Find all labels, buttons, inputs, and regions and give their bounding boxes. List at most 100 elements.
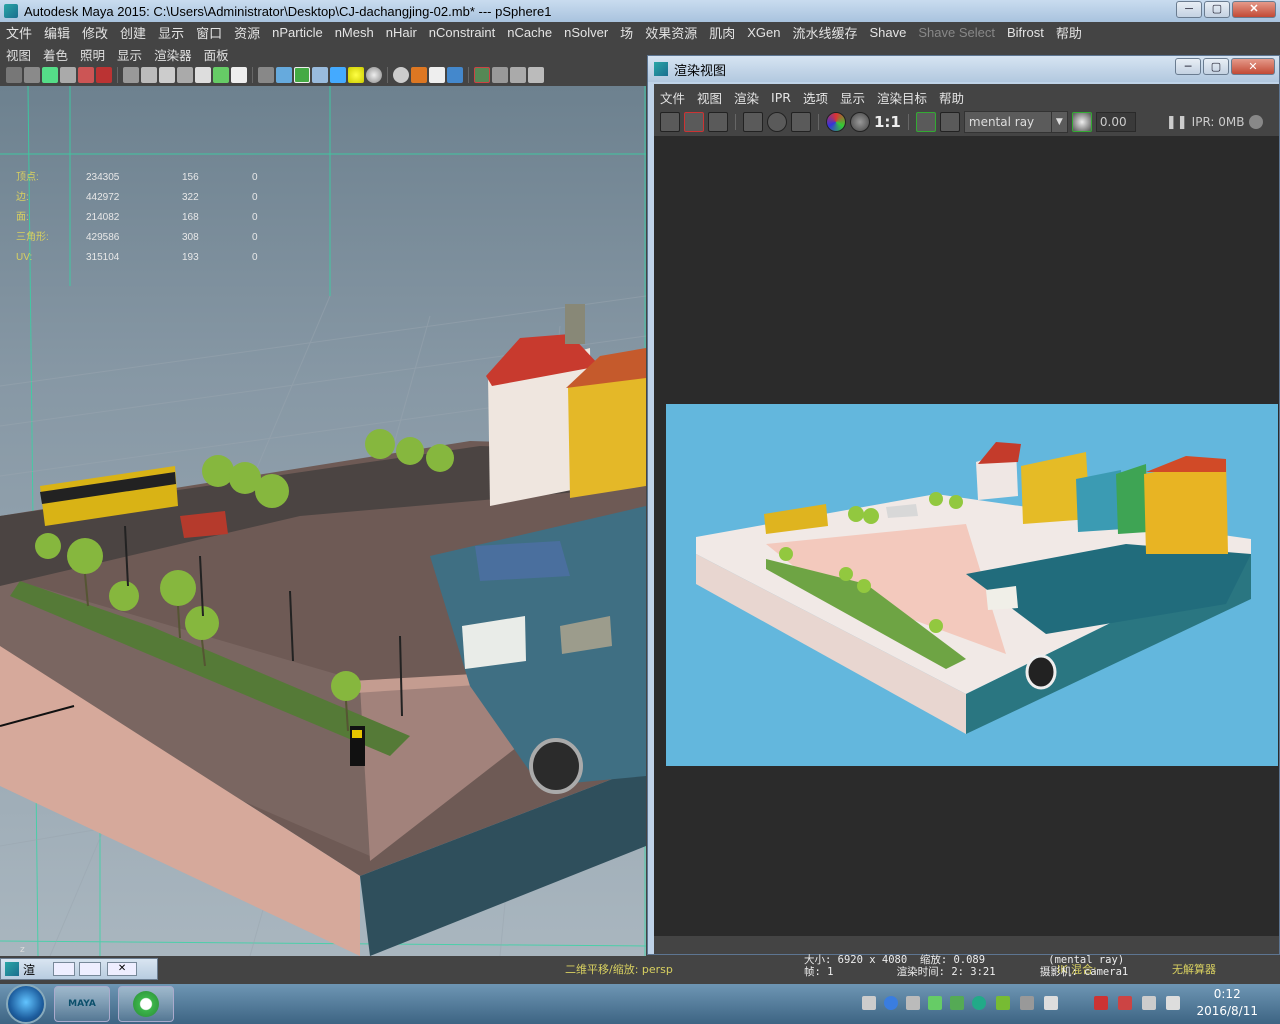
menu-assets[interactable]: 资源	[228, 23, 266, 42]
image-plane-icon[interactable]	[60, 67, 76, 83]
close-button[interactable]: ✕	[1231, 58, 1275, 75]
minimize-button[interactable]: ─	[1176, 1, 1202, 18]
menu-nsolver[interactable]: nSolver	[558, 25, 614, 40]
field-chart-icon[interactable]	[195, 67, 211, 83]
refresh-ipr-icon[interactable]	[767, 112, 787, 132]
rv-menu-render-target[interactable]: 渲染目标	[871, 88, 933, 107]
rv-menu-file[interactable]: 文件	[654, 88, 691, 107]
network-icon[interactable]	[1118, 996, 1132, 1010]
motion-blur-icon[interactable]	[411, 67, 427, 83]
menu-pipeline-cache[interactable]: 流水线缓存	[786, 23, 863, 42]
restore-button[interactable]	[53, 962, 76, 976]
rv-menu-options[interactable]: 选项	[797, 88, 834, 107]
smooth-shade-icon[interactable]	[276, 67, 292, 83]
maximize-button[interactable]: ▢	[1203, 58, 1229, 75]
menu-create[interactable]: 创建	[114, 23, 152, 42]
menu-nmesh[interactable]: nMesh	[329, 25, 380, 40]
safe-action-icon[interactable]	[213, 67, 229, 83]
default-lighting-icon[interactable]	[330, 67, 346, 83]
snapshot-icon[interactable]	[708, 112, 728, 132]
minimize-button[interactable]: ─	[1175, 58, 1201, 75]
panel-menu-view[interactable]: 视图	[0, 45, 37, 64]
menu-effects[interactable]: 效果资源	[639, 23, 703, 42]
menu-muscle[interactable]: 肌肉	[703, 23, 741, 42]
tray-icon[interactable]	[972, 996, 986, 1010]
action-center-icon[interactable]	[1094, 996, 1108, 1010]
tray-icon[interactable]	[1044, 996, 1058, 1010]
gate-mask-icon[interactable]	[177, 67, 193, 83]
panel-menu-shading[interactable]: 着色	[37, 45, 74, 64]
render-canvas[interactable]: 大小: 6920 x 4080 缩放: 0.089 (mental ray) 帧…	[654, 136, 1279, 998]
tray-icon[interactable]	[1020, 996, 1034, 1010]
menu-shave[interactable]: Shave	[863, 25, 912, 40]
rv-menu-display[interactable]: 显示	[834, 88, 871, 107]
pause-ipr-icon[interactable]: ❚❚	[1166, 115, 1188, 130]
menu-shave-select[interactable]: Shave Select	[912, 25, 1001, 40]
menu-bifrost[interactable]: Bifrost	[1001, 25, 1050, 40]
bookmarks-icon[interactable]	[42, 67, 58, 83]
menu-fields[interactable]: 场	[614, 23, 639, 42]
isolate-select-icon[interactable]	[474, 67, 490, 83]
menu-nconstraint[interactable]: nConstraint	[423, 25, 501, 40]
redo-render-icon[interactable]	[660, 112, 680, 132]
menu-window[interactable]: 窗口	[190, 23, 228, 42]
multisample-aa-icon[interactable]	[429, 67, 445, 83]
rv-menu-ipr[interactable]: IPR	[765, 90, 797, 105]
panel-menu-panels[interactable]: 面板	[198, 45, 235, 64]
display-icon[interactable]	[1142, 996, 1156, 1010]
safe-title-icon[interactable]	[231, 67, 247, 83]
help-icon[interactable]	[884, 996, 898, 1010]
rv-menu-render[interactable]: 渲染	[728, 88, 765, 107]
grease-pencil-icon[interactable]	[96, 67, 112, 83]
camera-select-icon[interactable]	[6, 67, 22, 83]
display-render-icon[interactable]	[915, 112, 936, 132]
security-icon[interactable]	[950, 996, 964, 1010]
maximize-button[interactable]	[79, 962, 102, 976]
maximize-button[interactable]: ▢	[1204, 1, 1230, 18]
xray-components-icon[interactable]	[528, 67, 544, 83]
menu-nhair[interactable]: nHair	[380, 25, 423, 40]
panel-menu-renderer[interactable]: 渲染器	[148, 45, 198, 64]
shadows-icon[interactable]	[366, 67, 382, 83]
perspective-viewport[interactable]: z 顶点: 234305 156 0 边: 442972 322 0 面: 21…	[0, 86, 646, 956]
textured-icon[interactable]	[312, 67, 328, 83]
menu-edit[interactable]: 编辑	[38, 23, 76, 42]
panel-menu-show[interactable]: 显示	[111, 45, 148, 64]
tray-icon[interactable]	[928, 996, 942, 1010]
wireframe-icon[interactable]	[258, 67, 274, 83]
panel-menu-lighting[interactable]: 照明	[74, 45, 111, 64]
system-clock[interactable]: 0:12 2016/8/11	[1196, 986, 1258, 1020]
light-icon[interactable]	[348, 67, 364, 83]
start-button[interactable]	[6, 984, 46, 1024]
alpha-channel-icon[interactable]	[850, 112, 870, 132]
render-settings-icon[interactable]	[939, 112, 960, 132]
exposure-field[interactable]: 0.00	[1095, 112, 1136, 132]
menu-nparticle[interactable]: nParticle	[266, 25, 329, 40]
exposure-icon[interactable]	[1071, 112, 1092, 132]
volume-icon[interactable]	[1166, 996, 1180, 1010]
rv-menu-help[interactable]: 帮助	[933, 88, 970, 107]
ipr-render-icon[interactable]	[743, 112, 763, 132]
gpu-icon[interactable]	[996, 996, 1010, 1010]
keyboard-icon[interactable]	[862, 996, 876, 1010]
menu-file[interactable]: 文件	[0, 23, 38, 42]
close-button[interactable]: ✕	[1232, 1, 1276, 18]
close-icon[interactable]: ✕	[107, 962, 138, 976]
wireframe-on-shaded-icon[interactable]	[294, 67, 310, 83]
xray-joints-icon[interactable]	[510, 67, 526, 83]
rv-menu-view[interactable]: 视图	[691, 88, 728, 107]
menu-display[interactable]: 显示	[152, 23, 190, 42]
tray-icon[interactable]	[906, 996, 920, 1010]
depth-of-field-icon[interactable]	[447, 67, 463, 83]
renderer-select[interactable]: mental ray ▼	[963, 111, 1068, 133]
menu-xgen[interactable]: XGen	[741, 25, 786, 40]
menu-help[interactable]: 帮助	[1050, 23, 1088, 42]
resolution-gate-icon[interactable]	[159, 67, 175, 83]
film-gate-icon[interactable]	[141, 67, 157, 83]
taskbar-ie[interactable]	[118, 986, 174, 1022]
xray-icon[interactable]	[492, 67, 508, 83]
keep-image-icon[interactable]	[791, 112, 811, 132]
render-region-icon[interactable]	[684, 112, 704, 132]
two-d-pan-icon[interactable]	[78, 67, 94, 83]
grid-icon[interactable]	[123, 67, 139, 83]
